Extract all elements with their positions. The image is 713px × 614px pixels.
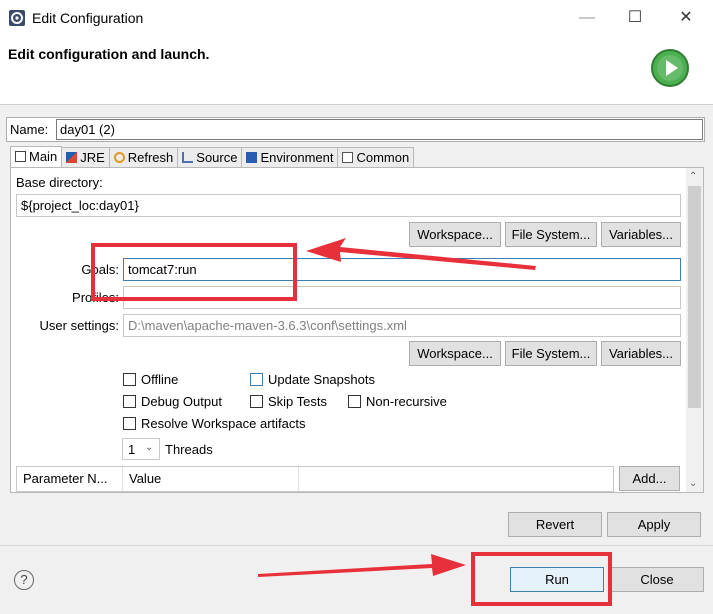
threads-label: Threads [165, 442, 213, 457]
tab-main-label: Main [29, 149, 58, 164]
close-icon[interactable]: ✕ [664, 6, 708, 30]
base-file-system-button[interactable]: File System... [505, 222, 597, 247]
settings-file-system-button[interactable]: File System... [505, 341, 597, 366]
environment-icon [246, 152, 258, 163]
close-button[interactable]: Close [610, 567, 704, 592]
skip-tests-label: Skip Tests [268, 394, 328, 409]
skip-tests-checkbox[interactable] [250, 395, 263, 408]
tab-refresh[interactable]: Refresh [108, 147, 179, 168]
debug-output-checkbox[interactable] [123, 395, 136, 408]
maximize-icon[interactable]: ☐ [613, 6, 657, 30]
common-icon [342, 152, 354, 163]
tab-main[interactable]: Main [10, 146, 63, 168]
update-snapshots-checkbox[interactable] [250, 373, 263, 386]
settings-workspace-button[interactable]: Workspace... [409, 341, 501, 366]
offline-checkbox[interactable] [123, 373, 136, 386]
user-settings-input[interactable]: D:\maven\apache-maven-3.6.3\conf\setting… [123, 314, 681, 337]
tab-environment-label: Environment [260, 150, 334, 165]
parameter-table: Parameter N... Value [16, 466, 614, 492]
minimize-icon[interactable]: — [565, 6, 609, 30]
revert-button[interactable]: Revert [508, 512, 602, 537]
gear-icon [9, 10, 25, 26]
main-tab-icon [15, 151, 26, 162]
threads-value: 1 [128, 442, 136, 457]
header-title: Edit configuration and launch. [8, 46, 210, 62]
tab-refresh-label: Refresh [127, 150, 174, 165]
non-recursive-checkbox[interactable] [348, 395, 361, 408]
scrollbar-thumb[interactable] [688, 186, 701, 408]
base-directory-label: Base directory: [16, 175, 103, 190]
non-recursive-label: Non-recursive [366, 394, 447, 409]
tab-jre-label: JRE [80, 150, 105, 165]
base-directory-input[interactable]: ${project_loc:day01} [16, 194, 681, 217]
base-variables-button[interactable]: Variables... [601, 222, 681, 247]
help-icon[interactable]: ? [14, 570, 34, 590]
settings-variables-button[interactable]: Variables... [601, 341, 681, 366]
resolve-workspace-checkbox[interactable] [123, 417, 136, 430]
chevron-down-icon: ⌄ [145, 442, 154, 453]
tab-common[interactable]: Common [337, 147, 415, 168]
scroll-up-icon[interactable]: ⌃ [689, 171, 697, 182]
goals-highlight-box [91, 243, 297, 301]
refresh-icon [113, 152, 125, 163]
source-icon [182, 152, 194, 163]
name-label: Name: [10, 122, 49, 137]
threads-select[interactable]: 1 ⌄ [122, 438, 160, 460]
base-workspace-button[interactable]: Workspace... [409, 222, 501, 247]
jre-icon [66, 152, 78, 163]
tab-bar: Main JRE Refresh Source Environment Common [10, 146, 415, 168]
debug-output-label: Debug Output [141, 394, 222, 409]
tab-jre[interactable]: JRE [61, 147, 110, 168]
scroll-down-icon[interactable]: ⌄ [689, 478, 697, 489]
update-snapshots-label: Update Snapshots [268, 372, 375, 387]
run-launch-icon [651, 49, 689, 87]
resolve-workspace-label: Resolve Workspace artifacts [141, 416, 306, 431]
column-header-parameter[interactable]: Parameter N... [17, 467, 123, 491]
tab-environment[interactable]: Environment [241, 147, 339, 168]
window-title: Edit Configuration [32, 10, 144, 26]
offline-label: Offline [141, 372, 179, 387]
tab-common-label: Common [356, 150, 410, 165]
name-input[interactable] [56, 119, 703, 140]
user-settings-label: User settings: [39, 318, 119, 333]
tab-source-label: Source [196, 150, 238, 165]
run-highlight-box [471, 552, 612, 606]
tab-source[interactable]: Source [177, 147, 243, 168]
add-parameter-button[interactable]: Add... [619, 466, 680, 491]
column-header-value[interactable]: Value [123, 467, 299, 491]
apply-button[interactable]: Apply [607, 512, 701, 537]
